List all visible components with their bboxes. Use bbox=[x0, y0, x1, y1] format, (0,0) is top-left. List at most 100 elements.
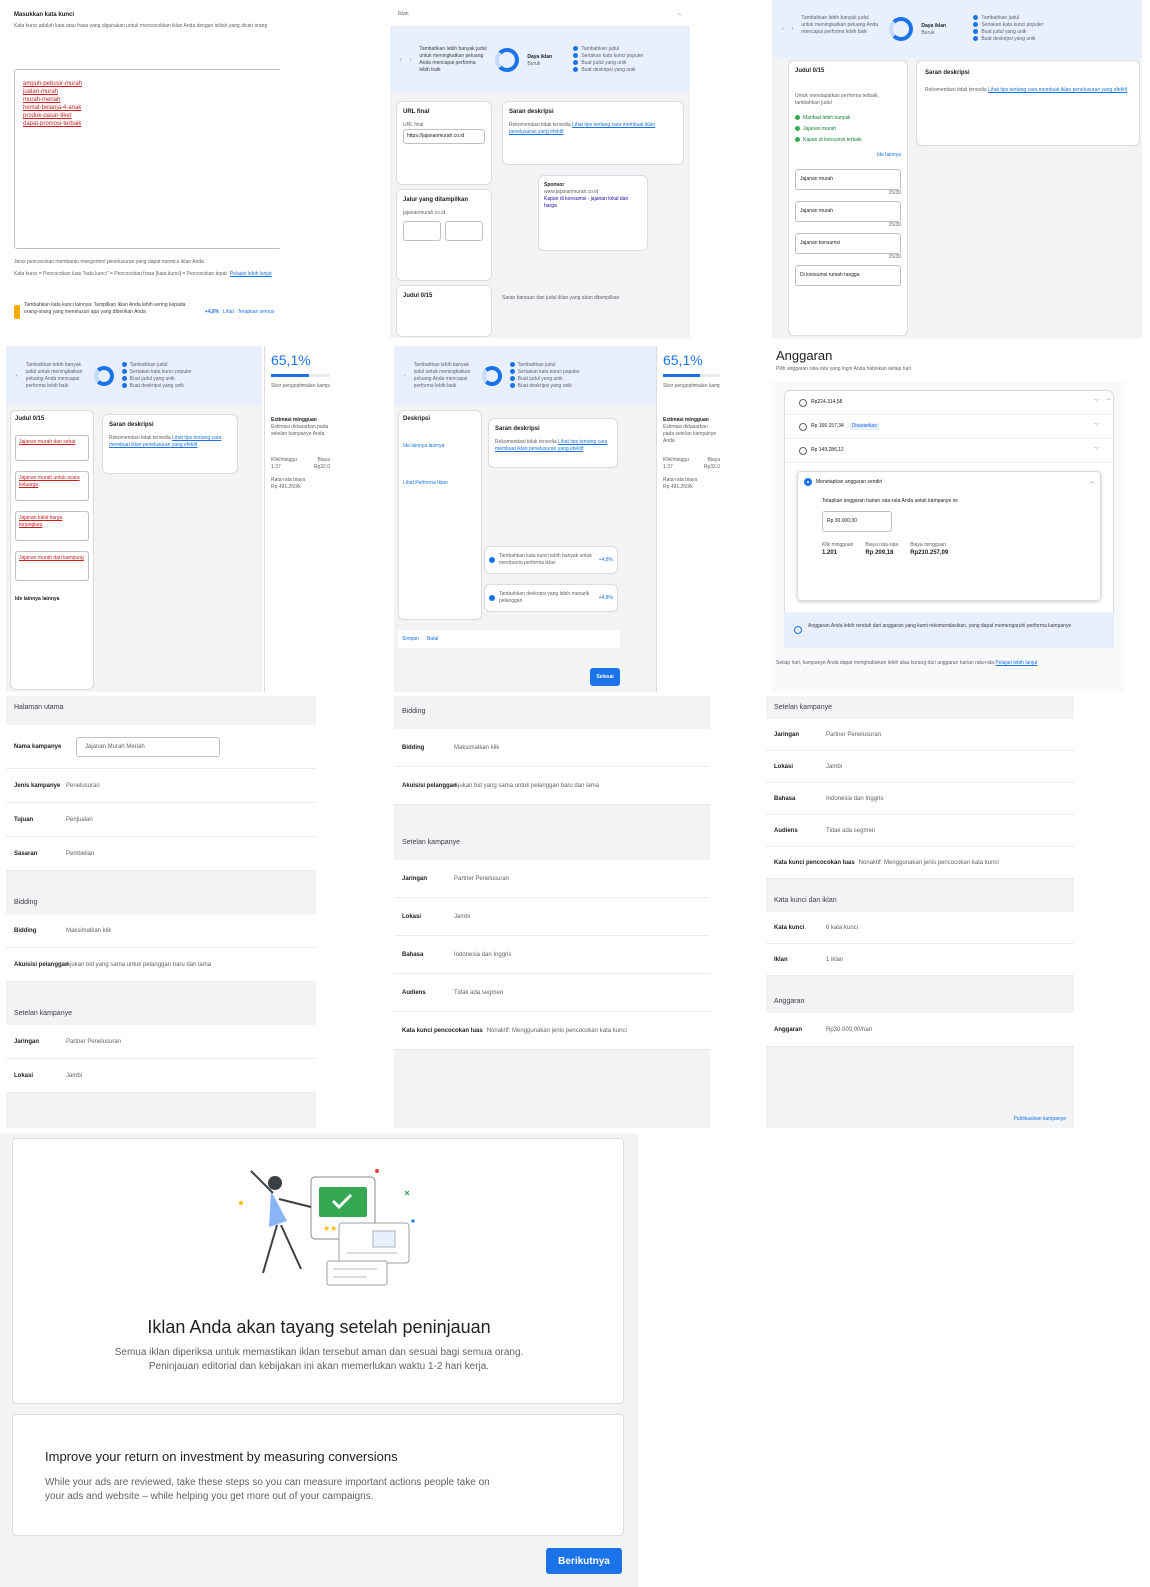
radio-icon[interactable] bbox=[799, 422, 807, 431]
headline-input[interactable]: Jajanan murah bbox=[795, 169, 901, 190]
keyword-item: murah-meriah bbox=[23, 97, 61, 103]
tip-view-button[interactable]: Lihat bbox=[223, 309, 234, 316]
headline-suggestion[interactable]: Manfaat lebih banyak bbox=[803, 115, 851, 121]
custom-budget-input[interactable]: Rp 30.000,00 bbox=[822, 511, 892, 532]
next-arrow-icon[interactable]: › bbox=[792, 26, 794, 33]
stat-value: 1.201 bbox=[822, 550, 838, 556]
budget-option[interactable]: Rp224.314,58 ﹀ bbox=[785, 391, 1113, 415]
section-title: Bidding bbox=[14, 899, 38, 906]
preview-headline: Kapan di konsumsi - jajanan lokal dan ha… bbox=[544, 196, 629, 209]
check-icon bbox=[973, 29, 979, 35]
final-url-input[interactable]: https://jajananmurah.co.id bbox=[403, 129, 485, 144]
avg-cost-value: Rp 491.250/k bbox=[663, 484, 693, 490]
section-title: Setelan kampanye bbox=[402, 839, 460, 846]
done-button[interactable]: Selesai bbox=[590, 668, 620, 686]
radio-icon[interactable] bbox=[799, 446, 807, 455]
budget-learn-more-link[interactable]: Pelajari lebih lanjut bbox=[995, 660, 1037, 666]
row-label: Jaringan bbox=[14, 1038, 40, 1045]
row-label: Jaringan bbox=[402, 875, 428, 882]
chevron-down-icon[interactable]: ﹀ bbox=[1094, 447, 1099, 454]
path2-input[interactable] bbox=[445, 221, 483, 241]
budget-footer: Setiap hari, kampanye Anda dapat menghab… bbox=[776, 660, 994, 666]
score-label: Skor pengoptimalan kampanye bbox=[271, 383, 330, 389]
headline-input[interactable]: Jajanan konsumsi bbox=[795, 233, 901, 254]
more-ideas-title: Ide lainnya lainnya bbox=[15, 596, 60, 602]
headline-suggestion[interactable]: Jajanan murah bbox=[803, 126, 836, 132]
prev-arrow-icon[interactable]: ‹ bbox=[16, 373, 18, 380]
cancel-button[interactable]: Batal bbox=[427, 636, 438, 643]
row-label: Lokasi bbox=[402, 913, 422, 920]
check-item: Sertakan kata kunci populer bbox=[129, 369, 192, 375]
budget-option[interactable]: Rp 149.286,12 ﹀ bbox=[785, 439, 1113, 463]
ad-preview: Sponsor www.jajananmurah.co.id Kapan di … bbox=[538, 175, 648, 251]
radio-selected-icon[interactable] bbox=[804, 478, 812, 486]
headline-input[interactable]: Jajanan murah bbox=[795, 201, 901, 222]
headline-input[interactable]: Jajanan lokal harga terjangkau bbox=[15, 511, 89, 541]
budget-option[interactable]: Rp 166.157,34 Disarankan ﹀ bbox=[785, 415, 1113, 439]
keywords-textarea[interactable]: ampuh-pebusir-murah jualan-murah murah-m… bbox=[14, 69, 280, 249]
budget-info-text: Anggaran Anda lebih rendah dari anggaran… bbox=[808, 623, 1072, 629]
final-url-card: URL final URL final https://jajananmurah… bbox=[396, 101, 492, 185]
display-path-title: Jalur yang ditampilkan bbox=[403, 197, 469, 203]
row-value: Indonesia dan Inggris bbox=[826, 795, 884, 802]
row-label: Jaringan bbox=[774, 731, 800, 738]
prev-arrow-icon[interactable]: ‹ bbox=[404, 373, 406, 380]
score-bar bbox=[271, 374, 330, 377]
budget-option-value: Rp 166.157,34 bbox=[811, 423, 844, 429]
tip-apply-all-button[interactable]: Terapkan semua bbox=[238, 309, 274, 316]
conversions-text-line1: While your ads are reviewed, take these … bbox=[45, 1477, 490, 1488]
headlines-card: Judul 0/15 bbox=[396, 285, 492, 337]
radio-icon[interactable] bbox=[799, 398, 807, 407]
row-value: Maksimalkan klik bbox=[66, 927, 112, 934]
conversions-text-line2: your ads and website – while helping you… bbox=[45, 1491, 374, 1502]
desc-tips-link[interactable]: Lihat tips tentang cara membuat iklan pe… bbox=[988, 87, 1127, 93]
check-item: Buat judul yang unik bbox=[129, 376, 175, 382]
next-arrow-icon[interactable]: › bbox=[410, 57, 412, 64]
collapse-chevron-icon[interactable]: ︿ bbox=[677, 11, 682, 18]
cost-value: Rp32,0 bbox=[313, 464, 330, 470]
learn-more-link[interactable]: Pelajari lebih lanjut bbox=[230, 271, 272, 278]
check-icon bbox=[573, 53, 579, 59]
ad-hint: Tambahkan lebih banyak judul untuk menin… bbox=[801, 15, 879, 35]
campaign-name-input[interactable]: Jajanan Murah Meriah bbox=[76, 736, 220, 757]
headline-input[interactable]: Jajanan murah dan sehat bbox=[15, 435, 89, 461]
more-ideas-link[interactable]: Ide lainnya lainnya bbox=[403, 443, 477, 450]
headline-input[interactable]: Jajanan murah untuk acara keluarga bbox=[15, 471, 89, 501]
headline-input[interactable]: Di konsumsi rumah tangga bbox=[795, 265, 901, 286]
match-type-legend: Kata kunci = Pencocokan luas "kata kunci… bbox=[14, 271, 227, 277]
prev-arrow-icon[interactable]: ‹ bbox=[782, 26, 784, 33]
chevron-down-icon[interactable]: ﹀ bbox=[1094, 423, 1099, 430]
save-button[interactable]: Simpan bbox=[402, 636, 419, 643]
publish-campaign-button[interactable]: Publikasikan kampanye bbox=[1013, 1116, 1066, 1123]
check-icon bbox=[509, 362, 515, 368]
headlines-panel: ‹ › Tambahkan lebih banyak judul untuk m… bbox=[772, 0, 1142, 338]
collapse-chevron-icon[interactable]: ︿ bbox=[1106, 396, 1111, 403]
prev-arrow-icon[interactable]: ‹ bbox=[400, 57, 402, 64]
row-label: Jenis kampanye bbox=[14, 782, 61, 789]
check-item: Tambahkan judul bbox=[981, 15, 1020, 21]
row-label: Kata kunci bbox=[774, 924, 805, 931]
review-text-line2: Peninjauan editorial dan kebijakan ini a… bbox=[148, 1361, 490, 1372]
suggestion-dot-icon bbox=[795, 126, 800, 132]
budget-title: Anggaran bbox=[776, 348, 833, 363]
chevron-up-icon[interactable]: ︿ bbox=[1089, 479, 1094, 486]
headline-input[interactable]: Jajanan murah dari kampung bbox=[15, 551, 89, 581]
next-button[interactable]: Berikutnya bbox=[546, 1548, 622, 1574]
desc-suggestion-title: Saran deskripsi bbox=[509, 109, 554, 115]
headlines-title: Judul 0/15 bbox=[403, 293, 433, 299]
performance-link[interactable]: Lihat Performa Iklan bbox=[403, 480, 477, 487]
tip-value: +4,8% bbox=[598, 594, 613, 601]
more-ideas-link[interactable]: Ide lainnya bbox=[795, 152, 901, 159]
headline-counter: 15/30 bbox=[888, 190, 901, 196]
row-value: Maksimalkan klik bbox=[454, 744, 500, 751]
headline-suggestion[interactable]: Kapan di konsumsi terbaik bbox=[803, 137, 862, 143]
description-edit-panel: ‹ Tambahkan lebih banyak judul untuk men… bbox=[394, 346, 656, 692]
path1-input[interactable] bbox=[403, 221, 441, 241]
ad-strength-header-4: ‹ Tambahkan lebih banyak judul untuk men… bbox=[394, 346, 656, 406]
chevron-down-icon[interactable]: ﹀ bbox=[1094, 399, 1099, 406]
cost-value: Rp32,0 bbox=[703, 464, 720, 470]
cost-label: Biaya bbox=[317, 457, 330, 463]
section-title: Anggaran bbox=[774, 998, 805, 1005]
row-label: Akuisisi pelanggan bbox=[402, 782, 457, 789]
check-item: Buat judul yang unik bbox=[517, 376, 563, 382]
